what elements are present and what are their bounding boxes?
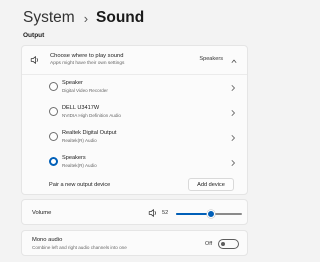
toggle-knob [221,242,225,246]
mono-audio-title: Mono audio [32,237,63,243]
device-name: Speakers [62,155,86,161]
selected-output-value: Speakers [199,56,223,62]
pair-device-label: Pair a new output device [49,182,111,188]
volume-slider[interactable] [176,209,242,218]
output-device-row[interactable]: DELL U3417W NVIDIA High Definition Audio [22,100,247,125]
speaker-icon [30,56,38,64]
volume-card: Volume 52 [21,199,248,225]
page-title: Sound [96,9,145,26]
device-radio-selected[interactable] [49,157,58,166]
sound-settings-page: System › Sound Output Choose where to pl… [0,0,250,262]
breadcrumb: System › Sound [23,6,144,30]
device-subtitle: Realtek(R) Audio [62,138,97,143]
pair-device-row: Pair a new output device Add device [22,175,247,196]
device-subtitle: Realtek(R) Audio [62,163,97,168]
chevron-right-icon[interactable] [230,84,236,92]
chevron-right-icon[interactable] [230,134,236,142]
speaker-icon[interactable] [148,208,158,218]
device-name: Realtek Digital Output [62,130,117,136]
output-card: Choose where to play sound Apps might ha… [21,45,248,195]
device-name: Speaker [62,80,83,86]
output-header-subtitle: Apps might have their own settings [50,61,125,66]
volume-value: 52 [162,210,169,216]
device-subtitle: Digital Video Recorder [62,88,108,93]
device-radio[interactable] [49,132,58,141]
output-section-label: Output [23,32,45,39]
mono-audio-card: Mono audio Combine left and right audio … [21,230,248,256]
output-device-row[interactable]: Speaker Digital Video Recorder [22,75,247,100]
output-header-title: Choose where to play sound [50,53,124,59]
device-radio[interactable] [49,107,58,116]
chevron-up-icon[interactable] [231,57,237,65]
volume-slider-fill [176,212,211,215]
chevron-right-icon[interactable] [230,109,236,117]
device-radio[interactable] [49,82,58,91]
device-subtitle: NVIDIA High Definition Audio [62,113,121,118]
breadcrumb-separator: › [83,10,89,26]
output-device-row-selected[interactable]: Speakers Realtek(R) Audio [22,150,247,175]
chevron-right-icon[interactable] [230,159,236,167]
mono-audio-subtitle: Combine left and right audio channels in… [32,245,127,250]
mono-audio-toggle[interactable] [218,239,239,249]
output-device-row[interactable]: Realtek Digital Output Realtek(R) Audio [22,125,247,150]
choose-output-expander[interactable]: Choose where to play sound Apps might ha… [22,46,247,75]
mono-toggle-state: Off [205,241,213,247]
volume-label: Volume [32,210,52,216]
volume-slider-thumb[interactable] [207,209,216,218]
breadcrumb-system-link[interactable]: System [23,9,75,27]
add-device-button[interactable]: Add device [188,178,234,191]
device-name: DELL U3417W [62,105,100,111]
